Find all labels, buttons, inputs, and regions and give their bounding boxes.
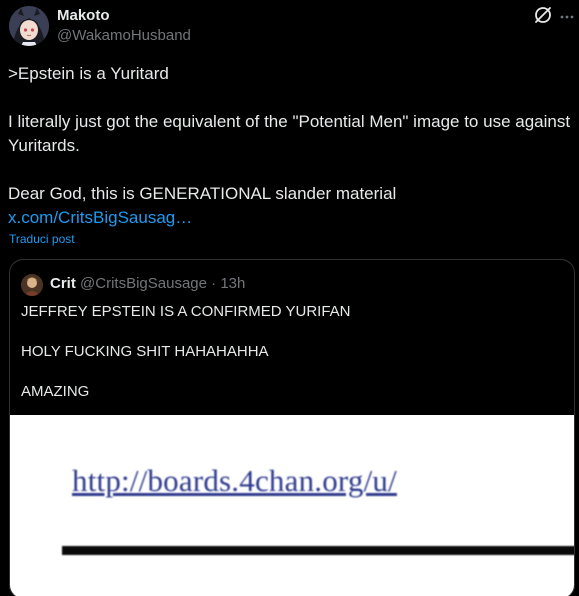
quoted-line-gap (21, 322, 561, 342)
more-icon[interactable] (559, 9, 575, 25)
quoted-separator: · (211, 275, 217, 292)
author-display-name[interactable]: Makoto (57, 7, 110, 24)
quoted-handle[interactable]: @CritsBigSausage (80, 275, 207, 292)
quoted-post-text: JEFFREY EPSTEIN IS A CONFIRMED YURIFAN H… (21, 302, 561, 402)
quoted-author-avatar[interactable] (21, 274, 43, 296)
grok-icon[interactable] (533, 5, 553, 25)
quoted-timestamp[interactable]: 13h (220, 275, 245, 292)
post-link[interactable]: x.com/CritsBigSausag… (8, 208, 192, 227)
image-black-bar (62, 546, 574, 555)
quoted-display-name[interactable]: Crit (50, 275, 76, 292)
author-handle[interactable]: @WakamoHusband (57, 27, 191, 44)
post-line: Dear God, this is GENERATIONAL slander m… (8, 184, 397, 203)
quoted-line: AMAZING (21, 383, 90, 400)
quoted-avatar-icon (21, 274, 43, 296)
post-line-gap (8, 158, 574, 182)
quoted-post-image[interactable]: http://boards.4chan.org/u/ (10, 415, 574, 596)
post: Makoto @WakamoHusband >Epstein is a Yuri… (0, 0, 579, 596)
quoted-line: HOLY FUCKING SHIT HAHAHAHHA (21, 343, 269, 360)
quoted-post[interactable]: Crit @CritsBigSausage · 13h JEFFREY EPST… (9, 259, 575, 596)
quoted-line: JEFFREY EPSTEIN IS A CONFIRMED YURIFAN (21, 303, 351, 320)
post-line: >Epstein is a Yuritard (8, 64, 169, 83)
post-line-gap (8, 86, 574, 110)
quoted-post-header: Crit @CritsBigSausage · 13h (50, 275, 245, 292)
image-url-text: http://boards.4chan.org/u/ (72, 463, 397, 498)
post-line: I literally just got the equivalent of t… (8, 112, 571, 155)
post-text: >Epstein is a Yuritard I literally just … (8, 62, 574, 230)
quoted-line-gap (21, 362, 561, 382)
author-avatar[interactable] (9, 6, 49, 46)
anime-avatar-icon (9, 6, 49, 46)
translate-post-link[interactable]: Traduci post (9, 232, 75, 246)
